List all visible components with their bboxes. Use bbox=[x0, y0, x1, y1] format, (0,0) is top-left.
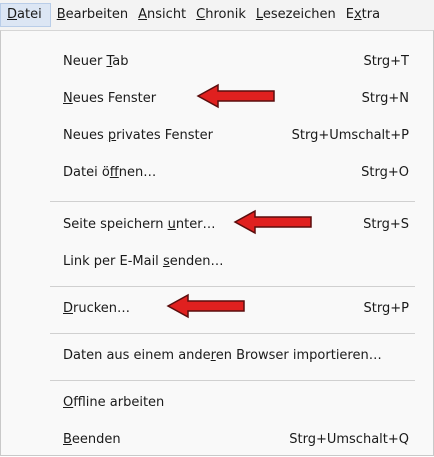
label-text: rucken… bbox=[73, 301, 131, 316]
menu-item-shortcut: Strg+T bbox=[363, 54, 409, 69]
red-arrow-shape bbox=[196, 83, 275, 109]
label-text: ffline arbeiten bbox=[73, 395, 165, 410]
menubar-item-accesskey: D bbox=[7, 7, 18, 22]
label-accesskey: N bbox=[63, 91, 73, 106]
menu-item-open-file[interactable]: Datei öffnen… Strg+O bbox=[1, 156, 433, 190]
red-arrow-shape bbox=[233, 209, 312, 235]
label-text: nter… bbox=[175, 217, 216, 232]
menu-item-shortcut: Strg+S bbox=[363, 217, 409, 232]
menubar-item-text: esezeichen bbox=[262, 7, 336, 22]
menubar-item-ansicht[interactable]: Ansicht bbox=[134, 4, 190, 26]
label-accesskey: D bbox=[63, 301, 74, 316]
menubar-item-chronik[interactable]: Chronik bbox=[192, 4, 250, 26]
menu-separator bbox=[50, 333, 415, 334]
label-text: eenden bbox=[71, 432, 121, 447]
label-text: Seite speichern bbox=[63, 217, 168, 232]
menubar-item-accesskey: L bbox=[255, 7, 263, 22]
menu-separator bbox=[50, 286, 415, 287]
menu-item-shortcut: Strg+O bbox=[361, 165, 409, 180]
label-text: Datei ö bbox=[63, 165, 110, 180]
menu-item-label: Link per E-Mail senden… bbox=[63, 245, 223, 279]
menu-item-label: Neuer Tab bbox=[63, 45, 128, 79]
label-text: rivates Fenster bbox=[116, 128, 213, 143]
label-accesskey: s bbox=[162, 254, 170, 269]
menubar-item-text: tra bbox=[361, 7, 381, 22]
menubar-item-text: atei bbox=[17, 7, 42, 22]
menu-bar: Datei Bearbeiten Ansicht Chronik Lesezei… bbox=[0, 0, 434, 30]
menu-item-import-browser-data[interactable]: Daten aus einem anderen Browser importie… bbox=[1, 339, 433, 373]
menu-item-label: Drucken… bbox=[63, 292, 130, 326]
menu-item-label: Datei öffnen… bbox=[63, 156, 156, 190]
menu-item-work-offline[interactable]: Offline arbeiten bbox=[1, 386, 433, 420]
menu-item-shortcut: Strg+P bbox=[363, 301, 409, 316]
menubar-item-extras[interactable]: Extra bbox=[342, 4, 384, 26]
menu-item-label: Neues Fenster bbox=[63, 82, 156, 116]
menubar-item-bearbeiten[interactable]: Bearbeiten bbox=[53, 4, 132, 26]
label-text: Neuer bbox=[63, 54, 107, 69]
label-text: en Browser importieren… bbox=[215, 348, 382, 363]
file-menu-dropdown: Neuer Tab Strg+T Neues Fenster Strg+N Ne… bbox=[0, 30, 434, 456]
menubar-item-accesskey: C bbox=[196, 7, 206, 22]
label-accesskey: O bbox=[63, 395, 74, 410]
menu-item-label: Offline arbeiten bbox=[63, 386, 164, 420]
menu-item-label: Seite speichern unter… bbox=[63, 208, 216, 242]
menubar-item-text: E bbox=[345, 7, 354, 22]
label-text: Daten aus einem ande bbox=[63, 348, 211, 363]
menu-item-shortcut: Strg+N bbox=[361, 91, 409, 106]
red-arrow-icon bbox=[233, 209, 312, 235]
label-accesskey: u bbox=[167, 217, 176, 232]
label-text: eues Fenster bbox=[72, 91, 157, 106]
menu-item-save-page-as[interactable]: Seite speichern unter… Strg+S bbox=[1, 208, 433, 242]
menubar-item-text: nsicht bbox=[147, 7, 187, 22]
menu-separator bbox=[50, 380, 415, 381]
label-accesskey: f bbox=[109, 165, 119, 180]
menu-item-new-tab[interactable]: Neuer Tab Strg+T bbox=[1, 45, 433, 79]
label-text: fnen… bbox=[118, 165, 157, 180]
menubar-item-datei[interactable]: Datei bbox=[0, 3, 51, 27]
label-text: Link per E-Mail bbox=[63, 254, 163, 269]
menu-item-email-link[interactable]: Link per E-Mail senden… bbox=[1, 245, 433, 279]
label-accesskey: B bbox=[63, 432, 72, 447]
label-text: Neues bbox=[63, 128, 108, 143]
menubar-item-text: hronik bbox=[205, 7, 246, 22]
red-arrow-shape bbox=[166, 293, 245, 319]
menu-item-new-private-window[interactable]: Neues privates Fenster Strg+Umschalt+P bbox=[1, 119, 433, 153]
menubar-item-accesskey: A bbox=[138, 7, 148, 22]
red-arrow-icon bbox=[196, 83, 275, 109]
menu-item-label: Beenden bbox=[63, 423, 121, 457]
menu-item-shortcut: Strg+Umschalt+Q bbox=[289, 432, 409, 447]
menubar-item-accesskey: B bbox=[56, 7, 66, 22]
menu-item-quit[interactable]: Beenden Strg+Umschalt+Q bbox=[1, 423, 433, 457]
red-arrow-icon bbox=[166, 293, 245, 319]
menu-item-label: Neues privates Fenster bbox=[63, 119, 213, 153]
menu-item-label: Daten aus einem anderen Browser importie… bbox=[63, 339, 382, 373]
menubar-item-lesezeichen[interactable]: Lesezeichen bbox=[252, 4, 340, 26]
menubar-item-text: earbeiten bbox=[65, 7, 129, 22]
menu-separator bbox=[50, 201, 415, 202]
label-text: ab bbox=[112, 54, 129, 69]
label-accesskey: p bbox=[107, 128, 117, 143]
menubar-item-accesskey: x bbox=[353, 7, 362, 22]
menu-item-shortcut: Strg+Umschalt+P bbox=[291, 128, 409, 143]
label-text: enden… bbox=[169, 254, 224, 269]
